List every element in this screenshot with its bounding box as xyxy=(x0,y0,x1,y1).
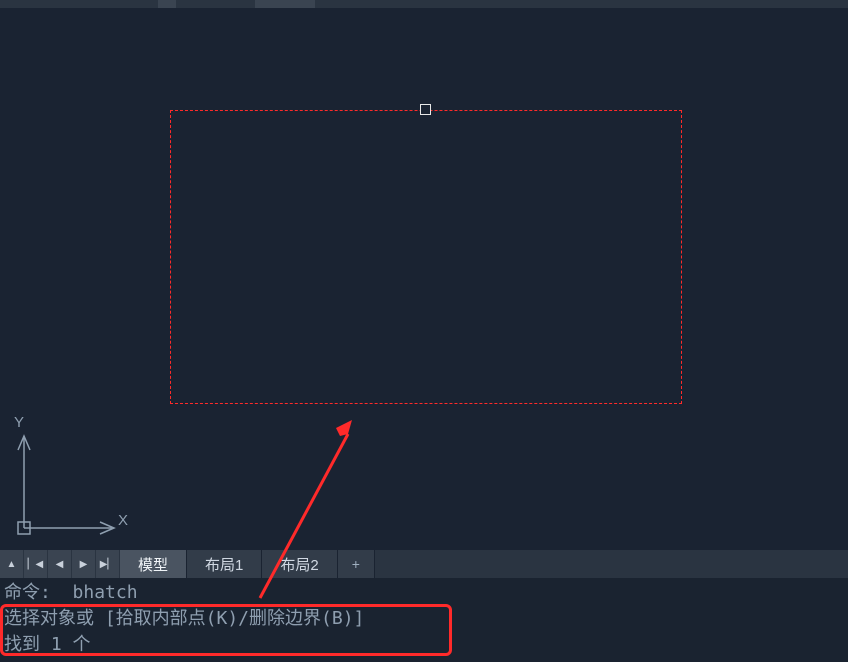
selection-rectangle[interactable] xyxy=(170,110,682,404)
tab-first-button[interactable]: ▏◀ xyxy=(24,550,48,578)
tab-layout1[interactable]: 布局1 xyxy=(187,550,262,578)
tab-layout2[interactable]: 布局2 xyxy=(262,550,337,578)
command-name: bhatch xyxy=(73,582,138,603)
selection-grip[interactable] xyxy=(420,104,431,115)
app-top-bar xyxy=(0,0,848,8)
ucs-y-label: Y xyxy=(14,414,24,431)
tab-prev-button[interactable]: ◀ xyxy=(48,550,72,578)
command-panel[interactable]: 命令: bhatch 选择对象或 [拾取内部点(K)/删除边界(B)] 找到 1… xyxy=(0,578,848,662)
command-line-1: 命令: bhatch xyxy=(4,580,844,606)
tab-scroll-up-button[interactable]: ▲ xyxy=(0,550,24,578)
top-bar-segment xyxy=(255,0,315,8)
ucs-x-label: X xyxy=(118,512,128,529)
command-line-3: 找到 1 个 xyxy=(4,632,844,658)
command-line-2: 选择对象或 [拾取内部点(K)/删除边界(B)] xyxy=(4,606,844,632)
ucs-icon: Y X xyxy=(12,420,132,540)
tab-model[interactable]: 模型 xyxy=(120,550,187,578)
layout-tab-bar: ▲ ▏◀ ◀ ▶ ▶▏ 模型 布局1 布局2 + xyxy=(0,550,848,578)
tab-add-button[interactable]: + xyxy=(338,550,375,578)
drawing-canvas[interactable]: Y X xyxy=(0,8,848,550)
tab-next-button[interactable]: ▶ xyxy=(72,550,96,578)
top-bar-segment xyxy=(158,0,176,8)
command-prompt-label: 命令: xyxy=(4,582,73,603)
tab-last-button[interactable]: ▶▏ xyxy=(96,550,120,578)
